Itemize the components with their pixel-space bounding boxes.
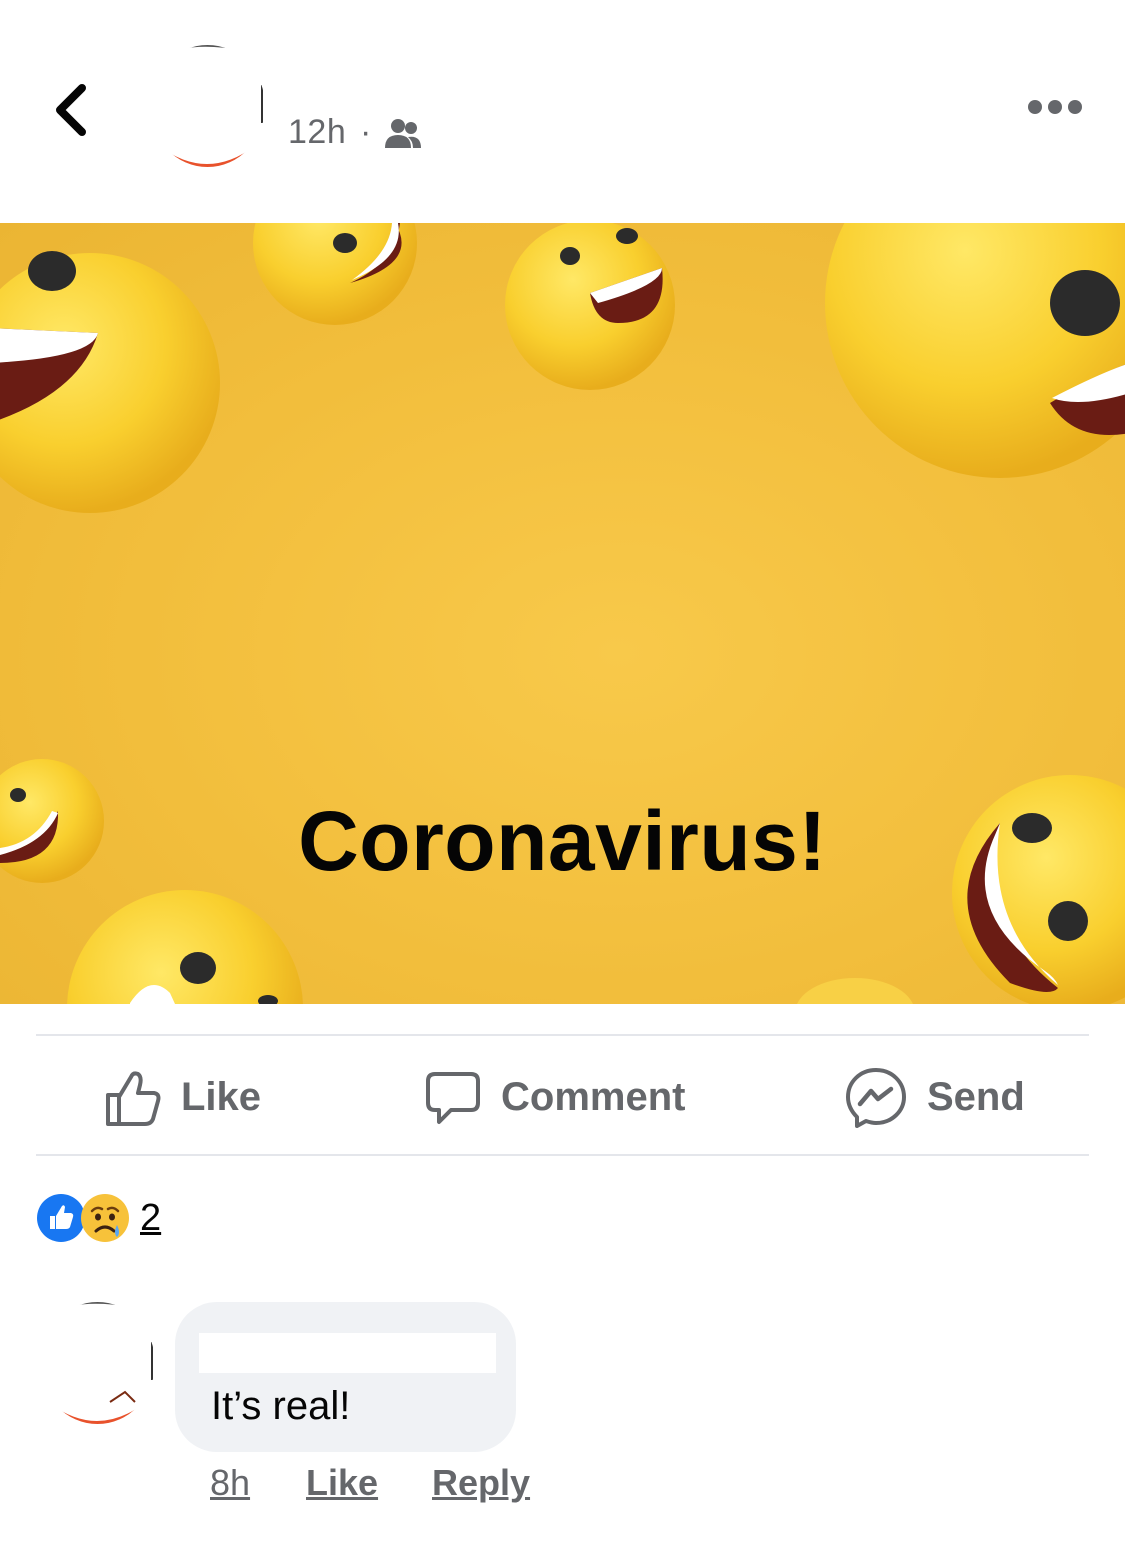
commenter-avatar[interactable] — [40, 1302, 155, 1424]
divider-bottom — [36, 1154, 1089, 1156]
reactions-summary[interactable]: 2 — [36, 1192, 161, 1244]
friends-icon[interactable] — [384, 117, 422, 151]
post-timestamp[interactable]: 12h — [288, 113, 346, 152]
comment-button-label: Comment — [501, 1075, 686, 1119]
more-options-button[interactable] — [1025, 92, 1085, 122]
author-avatar[interactable] — [150, 45, 265, 167]
comment-bubble[interactable]: It’s real! — [175, 1302, 516, 1452]
thumbs-up-icon — [106, 1070, 161, 1126]
send-button[interactable]: Send — [845, 1060, 1025, 1135]
comment-time[interactable]: 8h — [210, 1462, 250, 1504]
comment-icon — [426, 1071, 480, 1124]
messenger-icon — [846, 1067, 906, 1128]
send-button-label: Send — [927, 1075, 1025, 1119]
more-icon — [1028, 100, 1082, 114]
like-button[interactable]: Like — [105, 1060, 261, 1135]
like-reaction-icon — [37, 1194, 85, 1242]
back-button[interactable] — [40, 70, 110, 150]
post-image-text: Coronavirus! — [298, 794, 827, 888]
divider-top — [36, 1034, 1089, 1036]
reaction-count: 2 — [140, 1196, 162, 1239]
comment-text: It’s real! — [211, 1384, 351, 1428]
comment-like-button[interactable]: Like — [306, 1462, 378, 1504]
comment-button[interactable]: Comment — [425, 1060, 685, 1135]
comment-reply-button[interactable]: Reply — [432, 1462, 530, 1504]
separator-dot: · — [360, 113, 372, 151]
like-button-label: Like — [181, 1075, 262, 1119]
commenter-name-redacted — [199, 1333, 496, 1373]
sad-reaction-icon — [81, 1194, 129, 1242]
chevron-left-icon — [56, 84, 86, 136]
post-image[interactable]: Coronavirus! — [0, 223, 1125, 1004]
